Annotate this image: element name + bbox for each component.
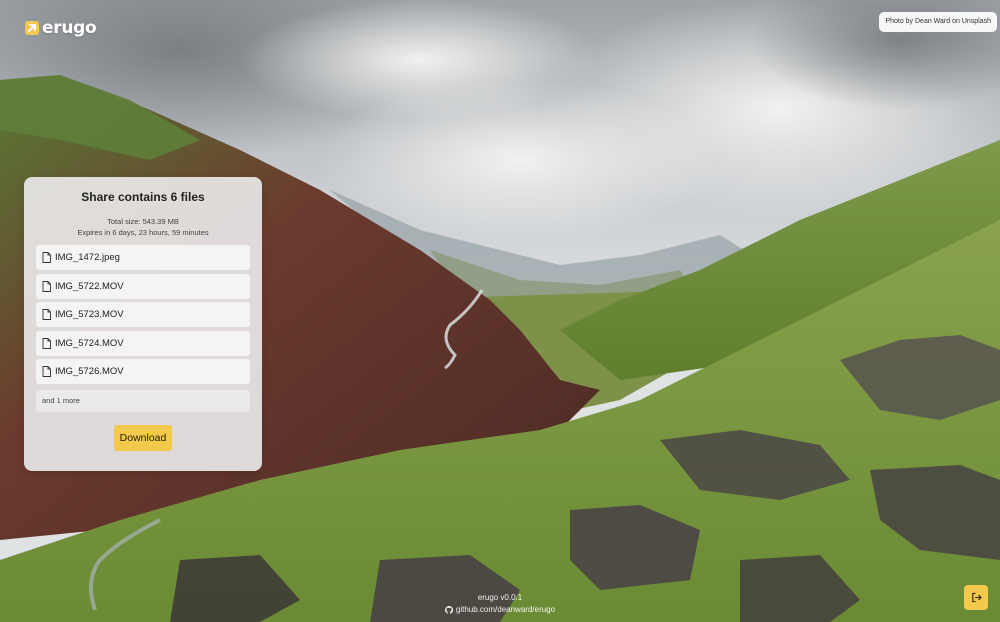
file-item[interactable]: IMG_5722.MOV xyxy=(36,273,250,299)
version-text: erugo v0.0.1 xyxy=(477,593,523,602)
file-name: IMG_5724.MOV xyxy=(55,337,124,349)
file-name: IMG_5723.MOV xyxy=(55,309,124,321)
total-size: Total size: 543.39 MB xyxy=(107,217,179,226)
github-icon xyxy=(444,606,453,614)
file-name: IMG_5726.MOV xyxy=(55,366,124,378)
erugo-arrow-icon xyxy=(25,21,39,35)
github-link-text: github.com/deanward/erugo xyxy=(455,605,556,614)
more-files-label: and 1 more xyxy=(36,390,250,413)
github-link[interactable]: github.com/deanward/erugo xyxy=(444,604,556,616)
file-item[interactable]: IMG_5723.MOV xyxy=(36,302,250,328)
share-panel: Share contains 6 files Total size: 543.3… xyxy=(24,177,262,471)
file-icon xyxy=(42,366,51,378)
file-item[interactable]: IMG_5726.MOV xyxy=(36,359,250,385)
share-title: Share contains 6 files xyxy=(81,190,205,204)
file-list: IMG_1472.jpeg IMG_5722.MOV IMG_5723.MOV … xyxy=(36,245,250,385)
file-name: IMG_1472.jpeg xyxy=(55,252,120,263)
file-icon xyxy=(42,309,51,321)
file-item[interactable]: IMG_5724.MOV xyxy=(36,330,250,356)
file-item[interactable]: IMG_1472.jpeg xyxy=(36,245,250,270)
photo-credit[interactable]: Photo by Dean Ward on Unsplash xyxy=(879,12,997,32)
file-name: IMG_5722.MOV xyxy=(55,280,124,292)
logout-icon xyxy=(971,592,982,603)
logo[interactable]: erugo xyxy=(25,18,97,38)
logo-text: erugo xyxy=(42,18,97,38)
footer: erugo v0.0.1 github.com/deanward/erugo xyxy=(0,592,1000,618)
file-icon xyxy=(42,252,51,263)
logout-button[interactable] xyxy=(964,585,988,610)
download-button[interactable]: Download xyxy=(113,425,173,452)
file-icon xyxy=(42,280,51,292)
file-icon xyxy=(42,337,51,349)
expiry-text: Expires in 6 days, 23 hours, 59 minutes xyxy=(77,228,209,237)
page: erugo Photo by Dean Ward on Unsplash Sha… xyxy=(0,0,1000,622)
